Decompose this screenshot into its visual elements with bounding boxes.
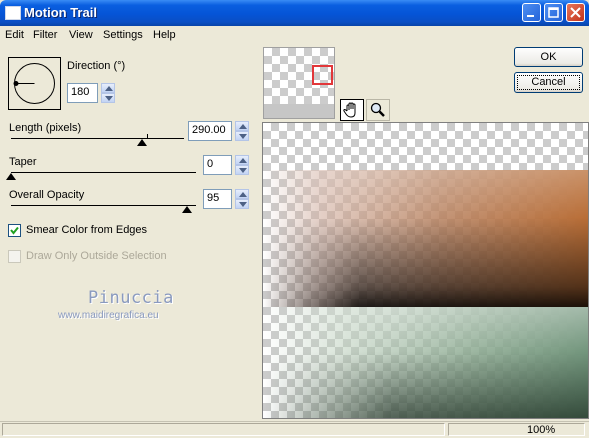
- minimize-icon: [527, 15, 534, 17]
- checkmark-icon: [10, 226, 19, 235]
- pan-tool-button[interactable]: [340, 99, 364, 121]
- menu-filter[interactable]: Filter: [33, 29, 57, 41]
- cancel-button[interactable]: Cancel: [514, 72, 583, 93]
- status-cell-main: [2, 423, 445, 436]
- length-input[interactable]: 290.00: [188, 121, 232, 141]
- taper-spinner[interactable]: [235, 155, 249, 175]
- status-zoom: 100%: [448, 423, 585, 436]
- direction-spinner[interactable]: [101, 83, 115, 103]
- draw-outside-checkbox[interactable]: [8, 250, 21, 263]
- preview-area[interactable]: [262, 122, 589, 419]
- navigator-strip: [264, 104, 334, 118]
- length-slider-tick: [147, 134, 148, 138]
- menu-edit[interactable]: Edit: [5, 29, 24, 41]
- hand-icon: [343, 102, 356, 118]
- preview-dark-shade: [263, 170, 588, 307]
- taper-slider-thumb[interactable]: [6, 173, 16, 180]
- opacity-slider-thumb[interactable]: [181, 206, 192, 213]
- navigator-viewport-box[interactable]: [312, 65, 333, 85]
- dial-graphic: [13, 63, 55, 104]
- maximize-icon: [548, 7, 559, 18]
- taper-input[interactable]: 0: [203, 155, 232, 175]
- app-icon: [5, 6, 21, 20]
- direction-dial[interactable]: [8, 57, 61, 110]
- length-spinner[interactable]: [235, 121, 249, 141]
- draw-outside-label: Draw Only Outside Selection: [26, 250, 167, 262]
- opacity-slider-track[interactable]: [11, 205, 196, 206]
- opacity-spinner[interactable]: [235, 189, 249, 209]
- taper-label: Taper: [9, 156, 37, 168]
- close-icon: [570, 7, 581, 18]
- direction-input[interactable]: 180: [67, 83, 98, 103]
- maximize-button[interactable]: [544, 3, 563, 22]
- smear-label: Smear Color from Edges: [26, 224, 148, 236]
- preview-green-shade: [263, 307, 588, 418]
- navigator-preview[interactable]: [263, 47, 335, 119]
- smear-checkbox[interactable]: [8, 224, 21, 237]
- watermark-url: www.maidiregrafica.eu: [58, 310, 159, 321]
- ok-button[interactable]: OK: [514, 47, 583, 67]
- watermark-name: Pinuccia: [88, 288, 174, 308]
- minimize-button[interactable]: [522, 3, 541, 22]
- length-slider-thumb[interactable]: [137, 139, 148, 146]
- window-title: Motion Trail: [24, 5, 97, 20]
- length-slider-track[interactable]: [11, 138, 184, 139]
- taper-slider-track[interactable]: [11, 172, 196, 173]
- menu-help[interactable]: Help: [153, 29, 176, 41]
- zoom-icon: [370, 102, 385, 117]
- menu-view[interactable]: View: [69, 29, 93, 41]
- opacity-input[interactable]: 95: [203, 189, 232, 209]
- zoom-tool-button[interactable]: [366, 99, 390, 121]
- length-label: Length (pixels): [9, 122, 82, 134]
- opacity-label: Overall Opacity: [9, 189, 85, 201]
- close-button[interactable]: [566, 3, 585, 22]
- menu-settings[interactable]: Settings: [103, 29, 143, 41]
- direction-label: Direction (°): [67, 60, 126, 72]
